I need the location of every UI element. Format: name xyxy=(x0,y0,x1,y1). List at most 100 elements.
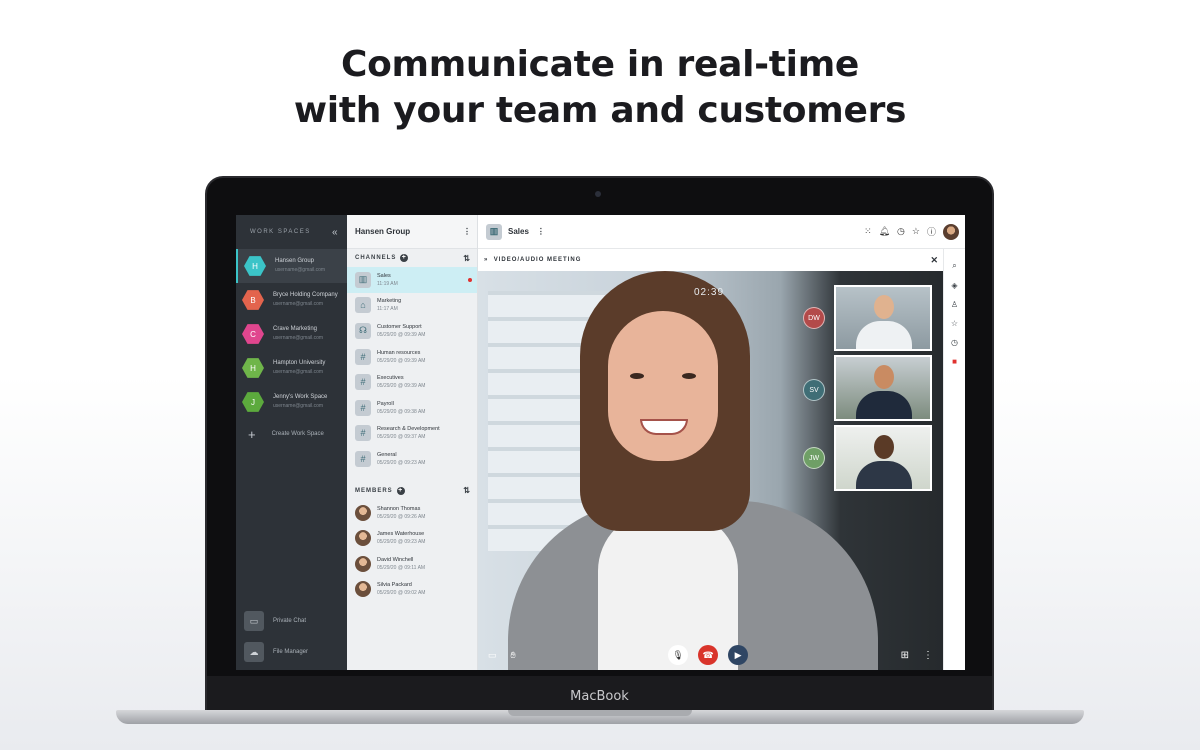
contacts-icon[interactable]: ♙ xyxy=(951,300,958,309)
workspace-hex-icon: B xyxy=(242,290,264,310)
workspace-item-jenny[interactable]: J Jenny's Work Space username@gmail.com xyxy=(236,385,347,419)
chart-icon: ▥ xyxy=(355,271,371,288)
participant-initials: JW xyxy=(803,447,825,469)
hash-icon: # xyxy=(355,399,371,416)
end-call-button[interactable]: ☎ xyxy=(698,645,719,665)
create-workspace-button[interactable]: + Create Work Space xyxy=(236,419,347,449)
sort-icon[interactable]: ⇅ xyxy=(463,254,471,263)
camera-button[interactable]: ▶ xyxy=(728,645,749,665)
workspace-title: WORK SPACES xyxy=(250,229,311,235)
phone-hangup-icon: ☎ xyxy=(702,649,714,660)
channel-item-customer-support[interactable]: ☊ Customer Support 05/29/20 @ 09:39 AM xyxy=(347,318,477,344)
add-member-icon[interactable]: + xyxy=(396,486,405,495)
channel-time: 05/29/20 @ 09:37 AM xyxy=(377,434,426,441)
participant-thumbnail[interactable] xyxy=(834,285,932,351)
user-avatar[interactable] xyxy=(943,223,959,240)
more-vertical-icon[interactable]: ⋮ xyxy=(537,227,545,236)
channels-title: CHANNELS xyxy=(355,255,397,261)
main-area: ▥ Sales ⋮ ⁙ 🔔︎ ◷ ☆ ⓘ » VIDEO/AUDIO MEETI… xyxy=(478,215,965,670)
member-name: David Winchell xyxy=(377,556,414,563)
laptop: WORK SPACES « H Hansen Group username@gma… xyxy=(205,176,994,714)
member-name: Shannon Thomas xyxy=(377,505,421,512)
channel-name: Human resources xyxy=(377,349,421,356)
member-item-david[interactable]: David Winchell 05/29/20 @ 09:11 AM xyxy=(347,551,477,577)
channel-item-sales[interactable]: ▥ Sales 11:19 AM xyxy=(347,267,477,293)
channel-item-research[interactable]: # Research & Development 05/29/20 @ 09:37… xyxy=(347,421,477,447)
channel-item-payroll[interactable]: # Payroll 05/29/20 @ 09:38 AM xyxy=(347,395,477,421)
help-icon[interactable]: ⓘ xyxy=(927,225,936,238)
star-icon[interactable]: ☆ xyxy=(912,226,920,237)
video-camera-icon: ▶ xyxy=(734,649,742,660)
laptop-chin: MacBook xyxy=(207,676,992,712)
channel-topbar: ▥ Sales ⋮ ⁙ 🔔︎ ◷ ☆ ⓘ xyxy=(478,215,965,249)
participant-eye xyxy=(682,373,696,379)
file-manager-button[interactable]: ☁ File Manager xyxy=(236,642,347,662)
member-item-james[interactable]: James Waterhouse 05/29/20 @ 09:23 AM xyxy=(347,525,477,551)
channel-name: Executives xyxy=(377,375,404,382)
workspace-sub: username@gmail.com xyxy=(273,403,324,409)
camera xyxy=(595,191,601,197)
workspace-item-crave[interactable]: C Crave Marketing username@gmail.com xyxy=(236,317,347,351)
channels-section-header: CHANNELS + ⇅ xyxy=(347,249,477,267)
meeting-header: » VIDEO/AUDIO MEETING ✕ xyxy=(478,249,965,271)
video-stage: 02:39 DW SV JW ▭ ✋︎ 🎙︎ ☎ ▶ ⊞ ⋮ xyxy=(478,271,943,670)
workspace-item-hansen-group[interactable]: H Hansen Group username@gmail.com xyxy=(236,249,347,283)
device-brand: MacBook xyxy=(570,689,629,704)
grid-view-icon[interactable]: ⊞ xyxy=(901,650,909,661)
channel-panel: Hansen Group ⋮ CHANNELS + ⇅ ▥ Sales 11:19 … xyxy=(347,215,478,670)
participant-thumbnail[interactable] xyxy=(834,425,932,491)
workspace-name: Hampton University xyxy=(273,360,326,366)
participant-thumbnail[interactable] xyxy=(834,355,932,421)
bell-icon[interactable]: 🔔︎ xyxy=(879,226,890,237)
video-icon[interactable]: ■ xyxy=(952,357,957,366)
channel-time: 11:17 AM xyxy=(377,306,398,313)
private-chat-label: Private Chat xyxy=(273,618,307,624)
members-title: MEMBERS xyxy=(355,487,393,494)
member-item-silvia[interactable]: Silvia Packard 05/29/20 @ 09:02 AM xyxy=(347,577,477,603)
call-timer: 02:39 xyxy=(694,287,725,298)
participant-initials: SV xyxy=(803,379,825,401)
clock-icon[interactable]: ◷ xyxy=(897,226,905,237)
close-icon[interactable]: ✕ xyxy=(930,255,939,266)
channel-item-marketing[interactable]: ⌂ Marketing 11:17 AM xyxy=(347,293,477,319)
workspace-hex-icon: H xyxy=(244,256,266,276)
member-item-shannon[interactable]: Shannon Thomas 05/29/20 @ 09:26 AM xyxy=(347,500,477,526)
search-icon[interactable]: ⌕ xyxy=(952,261,956,271)
workspace-item-hampton[interactable]: H Hampton University username@gmail.com xyxy=(236,351,347,385)
private-chat-button[interactable]: ▭ Private Chat xyxy=(236,611,347,631)
channel-item-executives[interactable]: # Executives 05/29/20 @ 09:39 AM xyxy=(347,369,477,395)
workspace-name: Jenny's Work Space xyxy=(273,394,328,400)
unread-indicator xyxy=(468,278,472,282)
sort-icon[interactable]: ⇅ xyxy=(463,486,471,495)
channel-item-human-resources[interactable]: # Human resources 05/29/20 @ 09:39 AM xyxy=(347,344,477,370)
participant-face xyxy=(608,311,718,461)
microphone-button[interactable]: 🎙︎ xyxy=(668,645,689,665)
more-vertical-icon[interactable]: ⋮ xyxy=(463,227,471,236)
raise-hand-icon[interactable]: ✋︎ xyxy=(511,650,516,661)
member-name: Silvia Packard xyxy=(377,582,412,589)
more-vertical-icon[interactable]: ⋮ xyxy=(923,650,933,661)
workspace-item-bryce[interactable]: B Bryce Holding Company username@gmail.co… xyxy=(236,283,347,317)
avatar xyxy=(355,581,371,598)
channel-time: 05/29/20 @ 09:39 AM xyxy=(377,383,426,390)
channel-time: 05/29/20 @ 09:23 AM xyxy=(377,459,426,466)
screen-share-icon[interactable]: ▭ xyxy=(488,650,497,661)
apps-grid-icon[interactable]: ⁙ xyxy=(864,226,872,237)
channel-item-general[interactable]: # General 05/29/20 @ 09:23 AM xyxy=(347,446,477,472)
file-manager-label: File Manager xyxy=(273,649,309,655)
call-controls: ▭ ✋︎ 🎙︎ ☎ ▶ ⊞ ⋮ xyxy=(478,640,943,670)
workspace-sub: username@gmail.com xyxy=(275,267,326,273)
layers-icon[interactable]: ◈ xyxy=(951,281,957,290)
channel-time: 05/29/20 @ 09:39 AM xyxy=(377,331,426,338)
double-chevron-left-icon[interactable]: « xyxy=(332,227,339,238)
group-header: Hansen Group ⋮ xyxy=(347,215,477,249)
clock-icon[interactable]: ◷ xyxy=(951,338,958,347)
microphone-icon: 🎙︎ xyxy=(672,649,684,660)
meeting-title: VIDEO/AUDIO MEETING xyxy=(493,257,582,263)
star-icon[interactable]: ☆ xyxy=(951,319,958,328)
channel-name: Marketing xyxy=(377,298,402,305)
workspace-sidebar: WORK SPACES « H Hansen Group username@gma… xyxy=(236,215,347,670)
expand-icon[interactable]: » xyxy=(484,257,488,263)
add-channel-icon[interactable]: + xyxy=(400,254,409,262)
plus-icon: + xyxy=(248,426,256,442)
